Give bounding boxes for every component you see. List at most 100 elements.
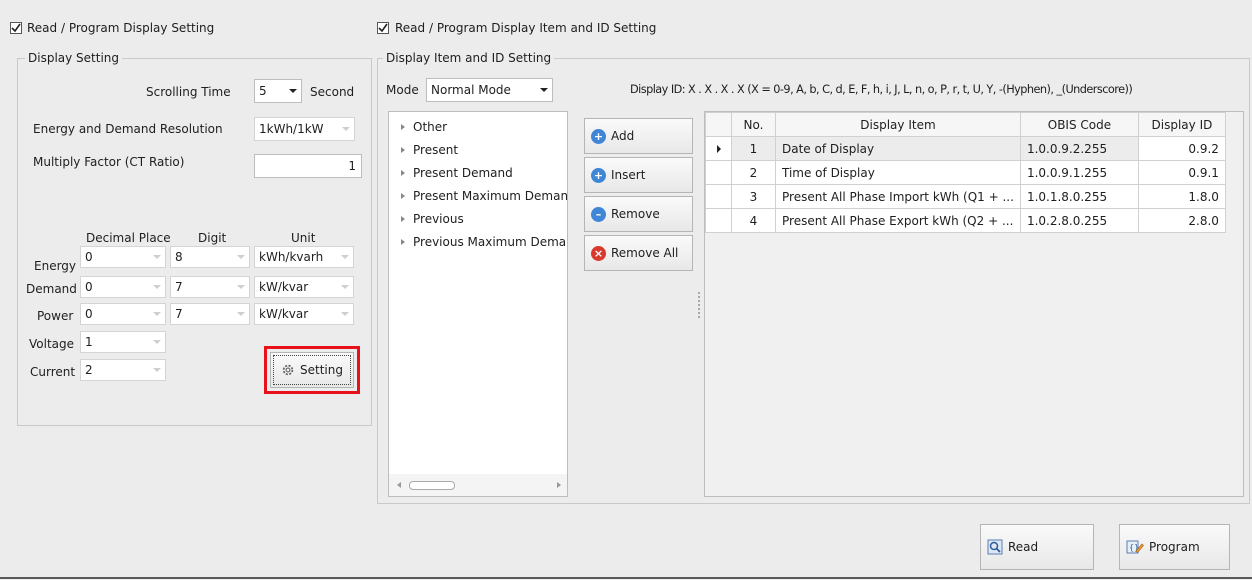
mode-select[interactable]: Normal Mode bbox=[426, 78, 553, 102]
power-digit-value: 7 bbox=[175, 307, 183, 321]
chevron-down-icon bbox=[237, 312, 245, 316]
checkmark-icon bbox=[11, 23, 21, 33]
scrolling-time-label: Scrolling Time bbox=[146, 85, 231, 99]
column-header-display-id[interactable]: Display ID bbox=[1137, 112, 1226, 137]
cell-display-item: Present All Phase Export kWh (Q2 + ... bbox=[775, 208, 1021, 233]
cell-display-id[interactable]: 1.8.0 bbox=[1137, 184, 1226, 209]
scrolling-time-value: 5 bbox=[259, 84, 267, 98]
scroll-thumb[interactable] bbox=[409, 481, 455, 490]
display-id-hint: Display ID: X . X . X . X (X = 0-9, A, b… bbox=[630, 83, 1133, 96]
voltage-decimal-value: 1 bbox=[85, 335, 93, 349]
cell-no: 3 bbox=[731, 184, 776, 209]
tree-item-present-maximum-demand[interactable]: Present Maximum Deman bbox=[401, 189, 568, 203]
row-indicator bbox=[705, 208, 732, 233]
cell-no: 2 bbox=[731, 160, 776, 185]
tree-item-other[interactable]: Other bbox=[401, 120, 447, 134]
display-item-table[interactable]: No. Display Item OBIS Code Display ID 1 … bbox=[704, 111, 1244, 497]
power-unit-select[interactable]: kW/kvar bbox=[254, 303, 354, 325]
cell-display-id[interactable]: 0.9.1 bbox=[1137, 160, 1226, 185]
cell-display-id[interactable]: 0.9.2 bbox=[1137, 136, 1226, 161]
insert-circle-icon: + bbox=[591, 167, 606, 183]
energy-digit-value: 8 bbox=[175, 250, 183, 264]
cell-obis-code: 1.0.1.8.0.255 bbox=[1019, 184, 1139, 209]
read-button[interactable]: Read bbox=[980, 524, 1094, 570]
energy-unit-select[interactable]: kWh/kvarh bbox=[254, 246, 354, 268]
column-header-display-item[interactable]: Display Item bbox=[775, 112, 1021, 137]
program-button[interactable]: {} Program bbox=[1119, 524, 1230, 570]
add-button-label: Add bbox=[611, 129, 635, 143]
decimal-place-header: Decimal Place bbox=[86, 231, 171, 245]
voltage-decimal-select[interactable]: 1 bbox=[80, 331, 166, 353]
chevron-down-icon bbox=[341, 285, 349, 289]
tree-item-present-demand[interactable]: Present Demand bbox=[401, 166, 513, 180]
resolution-select[interactable]: 1kWh/1kW bbox=[254, 117, 355, 141]
chevron-down-icon bbox=[289, 89, 297, 93]
expand-icon bbox=[401, 147, 405, 153]
display-setting-checkbox[interactable] bbox=[10, 22, 22, 34]
voltage-label: Voltage bbox=[29, 337, 75, 351]
checkmark-icon bbox=[378, 23, 388, 33]
scrolling-time-select[interactable]: 5 bbox=[254, 79, 302, 103]
cell-no: 4 bbox=[731, 208, 776, 233]
chevron-down-icon bbox=[153, 255, 161, 259]
cell-display-item: Present All Phase Import kWh (Q1 + ... bbox=[775, 184, 1021, 209]
current-decimal-select[interactable]: 2 bbox=[80, 359, 166, 381]
demand-digit-select[interactable]: 7 bbox=[170, 276, 250, 298]
program-pencil-icon: {} bbox=[1126, 540, 1144, 554]
multiply-factor-value: 1 bbox=[348, 159, 356, 173]
unit-header: Unit bbox=[291, 231, 316, 245]
chevron-down-icon bbox=[153, 285, 161, 289]
tree-item-label: Previous bbox=[413, 212, 464, 226]
cell-no: 1 bbox=[731, 136, 776, 161]
resolution-label: Energy and Demand Resolution bbox=[33, 122, 223, 136]
chevron-down-icon bbox=[341, 312, 349, 316]
tree-item-label: Present bbox=[413, 143, 459, 157]
scroll-right-icon bbox=[557, 482, 561, 488]
display-setting-group-title: Display Setting bbox=[25, 51, 123, 65]
insert-button[interactable]: + Insert bbox=[584, 157, 693, 193]
display-item-tree[interactable]: Other Present Present Demand Present Max… bbox=[388, 111, 568, 497]
cell-display-item: Date of Display bbox=[775, 136, 1021, 161]
remove-all-button[interactable]: × Remove All bbox=[584, 235, 693, 271]
demand-decimal-select[interactable]: 0 bbox=[80, 276, 166, 298]
cell-display-item: Time of Display bbox=[775, 160, 1021, 185]
table-row[interactable]: 4 Present All Phase Export kWh (Q2 + ...… bbox=[705, 208, 1226, 233]
demand-unit-select[interactable]: kW/kvar bbox=[254, 276, 354, 298]
tree-item-previous[interactable]: Previous bbox=[401, 212, 464, 226]
tree-item-present[interactable]: Present bbox=[401, 143, 458, 157]
chevron-down-icon bbox=[342, 127, 350, 131]
setting-button[interactable]: Setting bbox=[270, 352, 354, 388]
tree-horizontal-scrollbar[interactable] bbox=[389, 474, 567, 496]
current-decimal-value: 2 bbox=[85, 363, 93, 377]
remove-button[interactable]: – Remove bbox=[584, 196, 693, 232]
energy-decimal-select[interactable]: 0 bbox=[80, 246, 166, 268]
energy-digit-select[interactable]: 8 bbox=[170, 246, 250, 268]
scroll-left-icon bbox=[397, 482, 401, 488]
multiply-factor-input[interactable]: 1 bbox=[254, 154, 362, 178]
current-label: Current bbox=[30, 365, 76, 379]
chevron-down-icon bbox=[237, 285, 245, 289]
row-indicator-header bbox=[705, 112, 732, 137]
column-header-obis-code[interactable]: OBIS Code bbox=[1019, 112, 1139, 137]
display-item-checkbox[interactable] bbox=[377, 22, 389, 34]
cell-obis-code: 1.0.2.8.0.255 bbox=[1019, 208, 1139, 233]
gear-icon bbox=[282, 364, 294, 376]
table-row[interactable]: 3 Present All Phase Import kWh (Q1 + ...… bbox=[705, 184, 1226, 209]
chevron-down-icon bbox=[153, 312, 161, 316]
add-button[interactable]: + Add bbox=[584, 118, 693, 154]
power-digit-select[interactable]: 7 bbox=[170, 303, 250, 325]
tree-item-label: Previous Maximum Demar bbox=[413, 235, 568, 249]
power-decimal-value: 0 bbox=[85, 307, 93, 321]
expand-icon bbox=[401, 124, 405, 130]
table-row[interactable]: 1 Date of Display 1.0.0.9.2.255 0.9.2 bbox=[705, 136, 1226, 161]
cell-display-id[interactable]: 2.8.0 bbox=[1137, 208, 1226, 233]
power-decimal-select[interactable]: 0 bbox=[80, 303, 166, 325]
tree-item-label: Present Maximum Deman bbox=[413, 189, 568, 203]
column-header-no[interactable]: No. bbox=[731, 112, 776, 137]
splitter-grip[interactable] bbox=[698, 292, 702, 318]
resolution-value: 1kWh/1kW bbox=[259, 122, 324, 136]
demand-digit-value: 7 bbox=[175, 280, 183, 294]
minus-circle-icon: – bbox=[591, 206, 606, 222]
table-row[interactable]: 2 Time of Display 1.0.0.9.1.255 0.9.1 bbox=[705, 160, 1226, 185]
tree-item-previous-maximum-demand[interactable]: Previous Maximum Demar bbox=[401, 235, 568, 249]
